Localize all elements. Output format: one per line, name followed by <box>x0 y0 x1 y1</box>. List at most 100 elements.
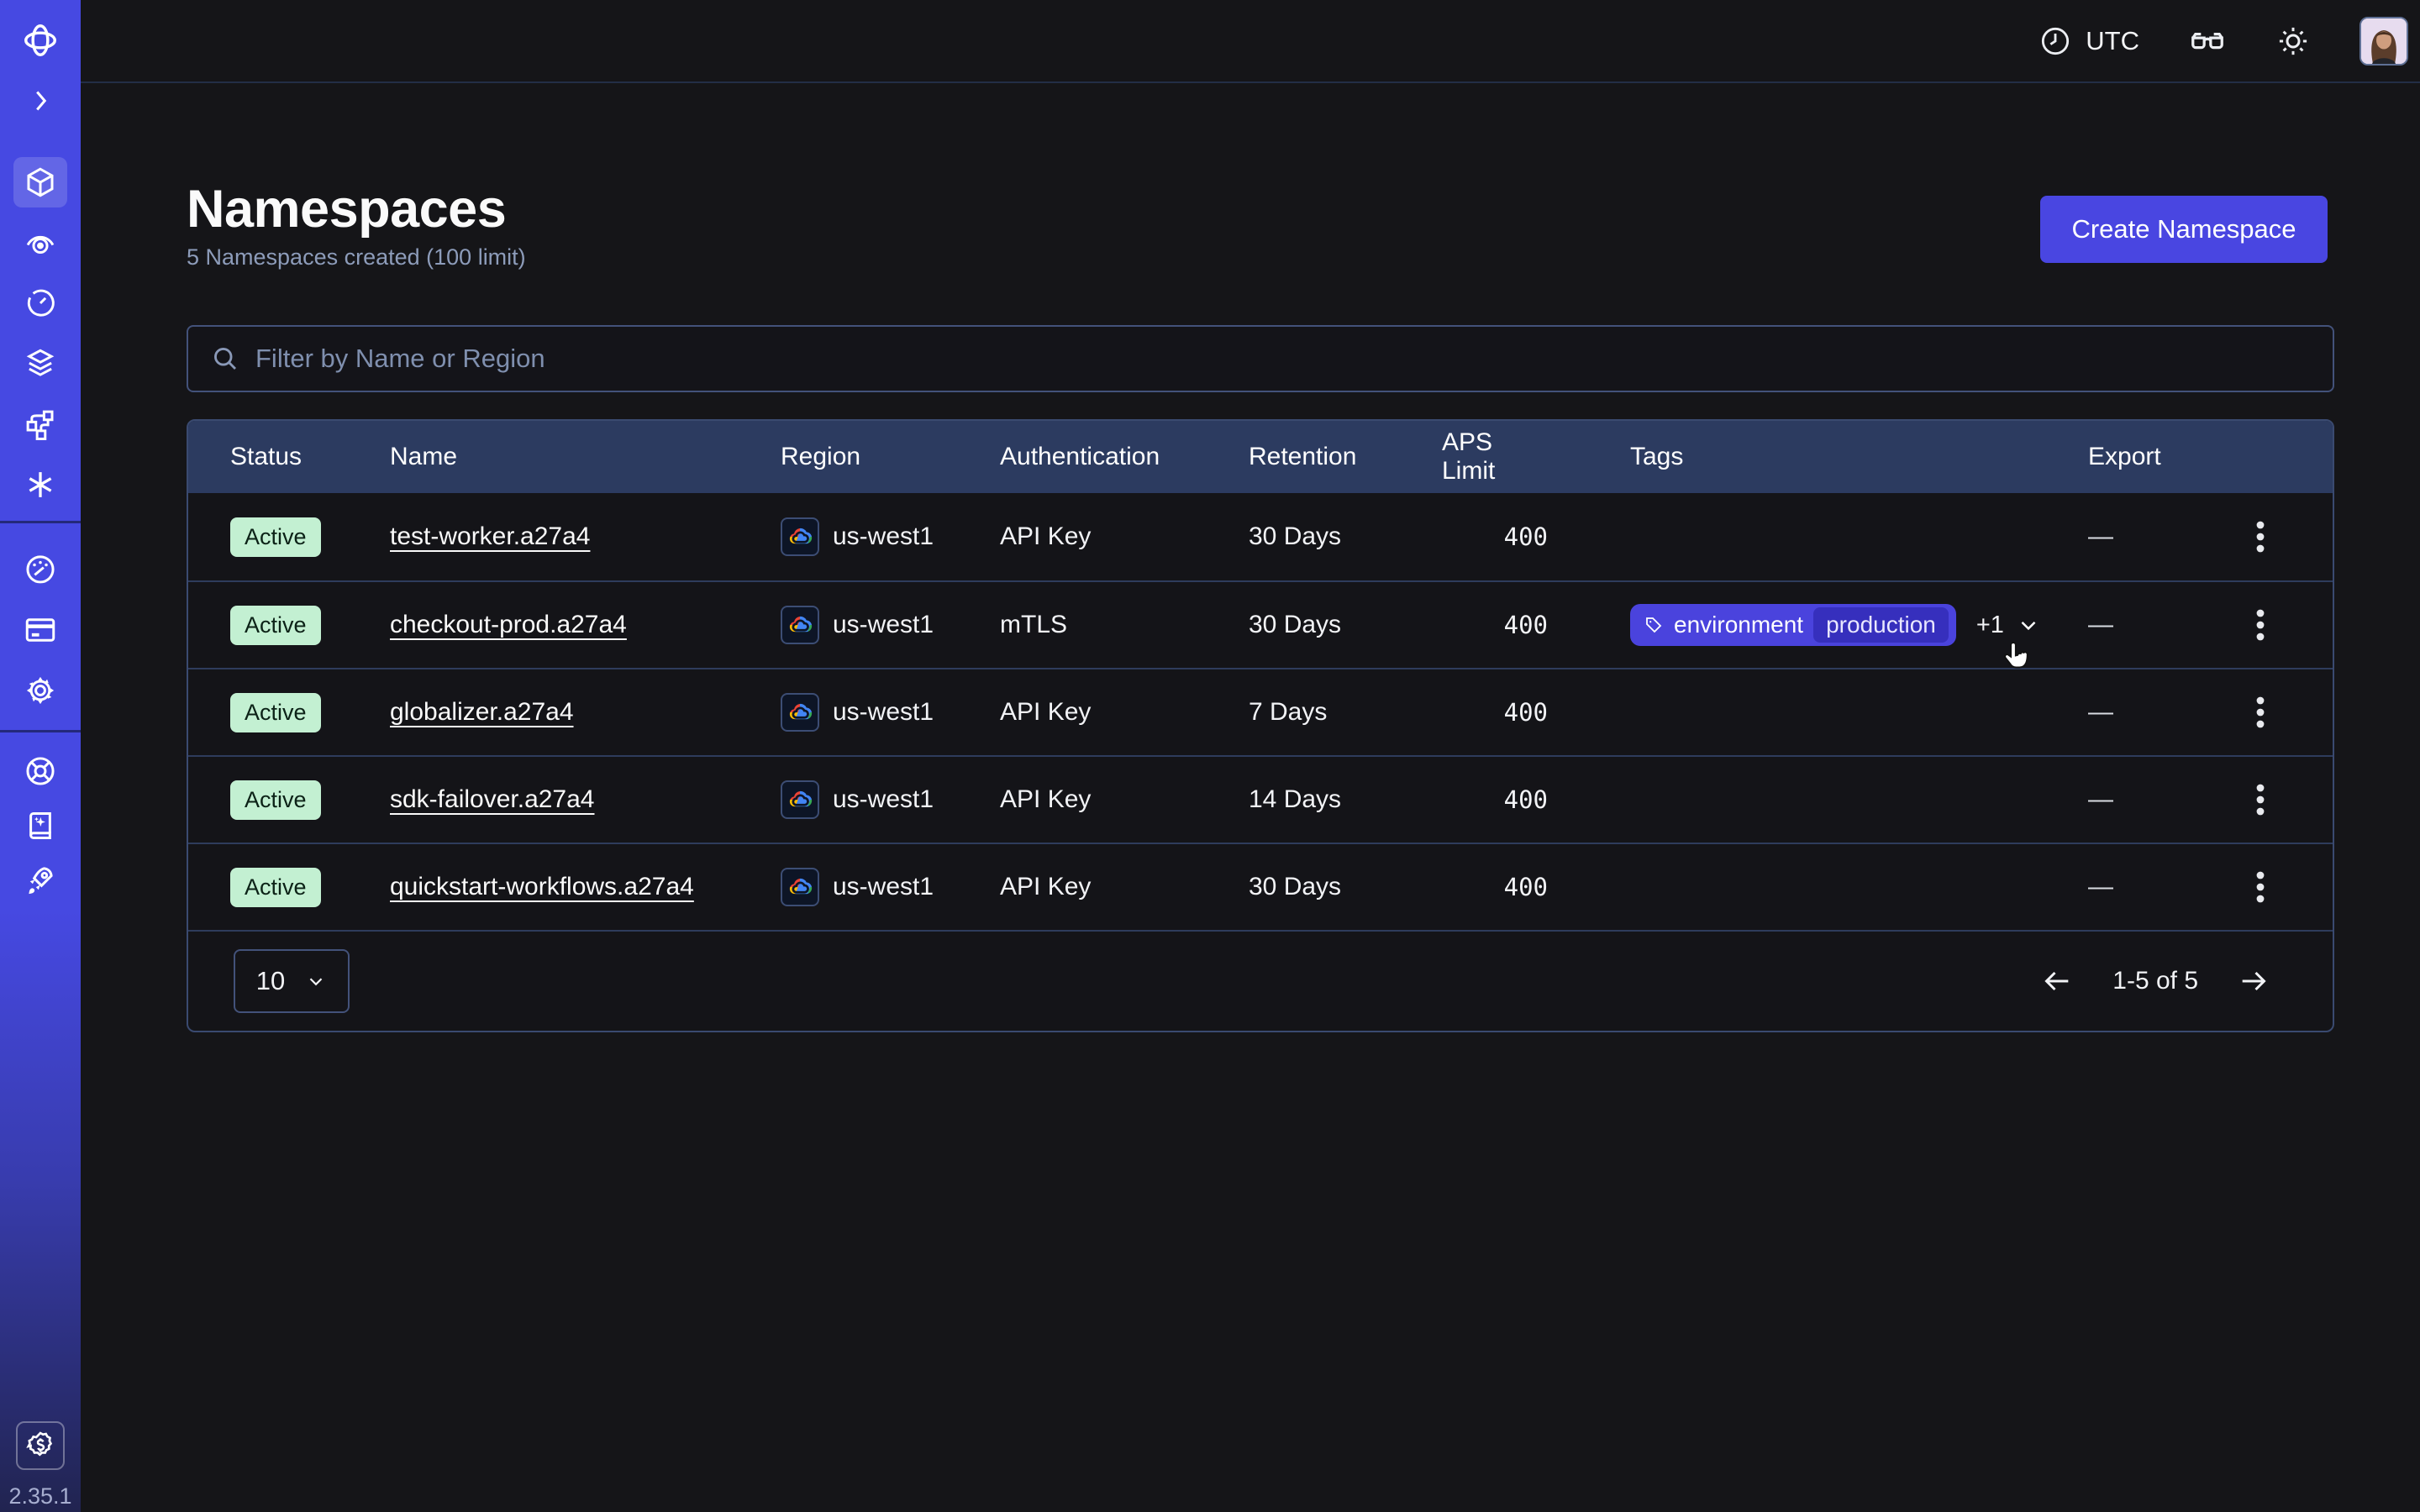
chevron-down-icon <box>305 970 327 992</box>
tags-expand-chevron-icon[interactable] <box>2016 612 2041 638</box>
export-value: — <box>2088 611 2207 639</box>
labs-button[interactable] <box>2188 22 2227 60</box>
status-badge: Active <box>230 517 321 557</box>
namespace-link[interactable]: globalizer.a27a4 <box>390 698 574 726</box>
auth-value: API Key <box>1000 698 1249 727</box>
auth-value: mTLS <box>1000 611 1249 639</box>
auth-value: API Key <box>1000 785 1249 814</box>
region-label: us-west1 <box>833 873 934 901</box>
gcp-region-icon <box>781 606 819 644</box>
temporal-logo-icon <box>13 15 67 66</box>
table-header-row: Status Name Region Authentication Retent… <box>188 421 2333 493</box>
filter-bar <box>187 325 2334 392</box>
prev-page-arrow-icon[interactable] <box>2040 964 2074 998</box>
status-badge: Active <box>230 868 321 907</box>
row-menu-kebab-icon[interactable] <box>2244 776 2277 823</box>
namespaces-table: Status Name Region Authentication Retent… <box>187 419 2334 1032</box>
tag-icon <box>1644 615 1664 635</box>
pricing-dollar-badge-icon[interactable] <box>16 1421 65 1470</box>
export-value: — <box>2088 873 2207 901</box>
row-menu-kebab-icon[interactable] <box>2244 513 2277 560</box>
auth-value: API Key <box>1000 873 1249 901</box>
namespace-link[interactable]: checkout-prod.a27a4 <box>390 611 627 638</box>
sidebar-item-usage[interactable] <box>13 543 67 594</box>
sidebar-item-namespaces[interactable] <box>13 157 67 207</box>
table-row: Active sdk-failover.a27a4 <box>188 755 2333 843</box>
ui-version-label: 2.35.1 <box>0 1483 81 1509</box>
region-label: us-west1 <box>833 522 934 551</box>
docs-book-icon <box>23 808 58 843</box>
pagination-range: 1-5 of 5 <box>2112 967 2198 995</box>
namespace-link[interactable]: test-worker.a27a4 <box>390 522 590 550</box>
region-label: us-west1 <box>833 698 934 727</box>
gcp-region-icon <box>781 868 819 906</box>
usage-gauge-icon <box>23 551 58 586</box>
sidebar-item-deployments[interactable] <box>13 399 67 449</box>
sidebar-item-settings[interactable] <box>13 665 67 716</box>
sidebar-item-monitoring[interactable] <box>13 218 67 268</box>
nexus-asterisk-icon <box>23 467 58 502</box>
export-value: — <box>2088 522 2207 551</box>
table-row: Active globalizer.a27a4 <box>188 668 2333 755</box>
create-namespace-button[interactable]: Create Namespace <box>2040 196 2328 263</box>
row-menu-kebab-icon[interactable] <box>2244 689 2277 736</box>
search-icon <box>210 344 240 374</box>
tags-cell: environment production +1 <box>1548 604 2088 646</box>
row-menu-kebab-icon[interactable] <box>2244 601 2277 648</box>
col-header-retention: Retention <box>1249 443 1442 471</box>
namespace-link[interactable]: sdk-failover.a27a4 <box>390 785 595 813</box>
sun-icon <box>2275 24 2311 59</box>
support-lifebuoy-icon <box>23 753 58 789</box>
export-value: — <box>2088 785 2207 814</box>
retention-value: 30 Days <box>1249 522 1442 551</box>
sidebar-item-getting-started[interactable] <box>13 854 67 905</box>
gcp-region-icon <box>781 517 819 556</box>
aps-limit-value: 400 <box>1504 785 1548 814</box>
gcp-region-icon <box>781 780 819 819</box>
page-title: Namespaces <box>187 179 506 239</box>
retention-value: 7 Days <box>1249 698 1442 727</box>
glasses-icon <box>2188 22 2227 60</box>
retention-value: 30 Days <box>1249 873 1442 901</box>
getting-started-rocket-icon <box>23 862 58 897</box>
theme-toggle-button[interactable] <box>2275 24 2311 59</box>
sidebar-item-billing[interactable] <box>13 605 67 655</box>
region-label: us-west1 <box>833 611 934 639</box>
schedules-timer-icon <box>23 286 58 321</box>
row-menu-kebab-icon[interactable] <box>2244 864 2277 911</box>
batch-layers-icon <box>23 346 58 381</box>
col-header-aps-limit: APS Limit <box>1442 428 1548 486</box>
user-avatar[interactable] <box>2360 17 2408 66</box>
col-header-export: Export <box>2088 443 2207 471</box>
region-label: us-west1 <box>833 785 934 814</box>
sidebar-item-nexus[interactable] <box>13 459 67 510</box>
table-row: Active checkout-prod.a27a4 <box>188 580 2333 668</box>
sidebar-item-schedules[interactable] <box>13 278 67 328</box>
tags-more-count: +1 <box>1976 612 2004 639</box>
aps-limit-value: 400 <box>1504 873 1548 901</box>
table-footer: 10 1-5 of 5 <box>188 930 2333 1031</box>
col-header-status: Status <box>230 443 390 471</box>
settings-gear-icon <box>23 673 58 708</box>
aps-limit-value: 400 <box>1504 522 1548 551</box>
export-value: — <box>2088 698 2207 727</box>
table-row: Active quickstart-workflows.a27a4 <box>188 843 2333 930</box>
tag-pill[interactable]: environment production <box>1630 604 1956 646</box>
timezone-button[interactable]: UTC <box>2039 24 2139 58</box>
sidebar-item-docs[interactable] <box>13 801 67 851</box>
sidebar-item-support[interactable] <box>13 746 67 796</box>
sidebar: 2.35.1 <box>0 0 81 1512</box>
next-page-arrow-icon[interactable] <box>2237 964 2270 998</box>
app-root: 2.35.1 UTC <box>0 0 2420 1512</box>
namespaces-cube-icon <box>23 165 58 200</box>
status-badge: Active <box>230 693 321 732</box>
filter-input[interactable] <box>255 344 2311 374</box>
sidebar-divider <box>0 730 81 732</box>
namespace-link[interactable]: quickstart-workflows.a27a4 <box>390 873 694 900</box>
sidebar-expand-chevron-icon[interactable] <box>13 76 67 126</box>
page-size-select[interactable]: 10 <box>234 949 350 1013</box>
page-size-value: 10 <box>256 966 285 996</box>
billing-card-icon <box>23 612 58 648</box>
deployments-branch-icon <box>23 407 58 442</box>
sidebar-item-batch[interactable] <box>13 339 67 389</box>
